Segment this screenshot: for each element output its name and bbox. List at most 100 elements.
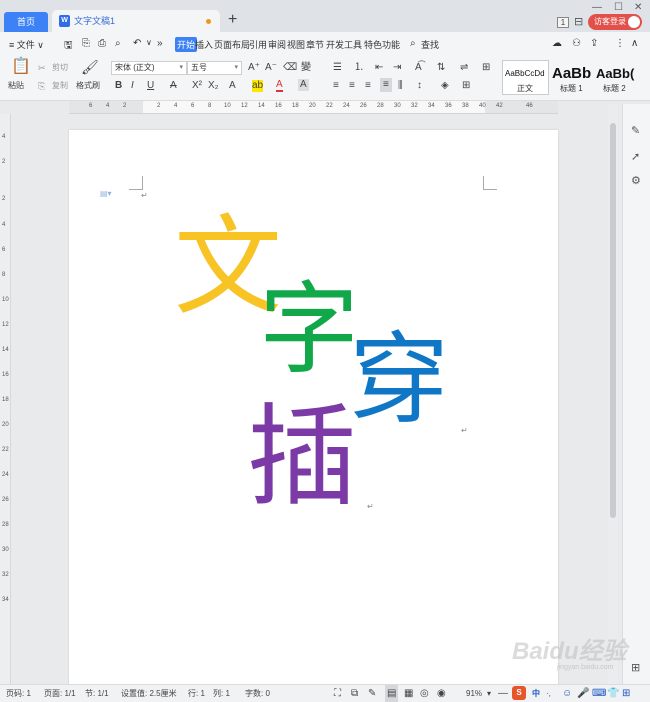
menu-tab-references[interactable]: 引用 bbox=[249, 38, 267, 51]
align-left-icon[interactable]: ≡ bbox=[333, 80, 339, 92]
minimize-icon[interactable]: — bbox=[592, 2, 602, 13]
clear-format-icon[interactable]: ⌫ bbox=[283, 62, 297, 74]
show-marks-icon[interactable]: ⇌ bbox=[460, 62, 468, 74]
superscript-button[interactable]: X² bbox=[192, 80, 202, 92]
tab-document[interactable]: W 文字文稿1 bbox=[52, 10, 220, 32]
menu-tab-insert[interactable]: 插入 bbox=[195, 38, 213, 51]
format-painter-button[interactable]: 格式刷 bbox=[76, 80, 100, 92]
undo-icon[interactable]: ↶ bbox=[133, 38, 141, 49]
maximize-icon[interactable]: ☐ bbox=[614, 2, 623, 13]
borders-icon[interactable]: ⊞ bbox=[462, 80, 470, 92]
settings-sliders-icon[interactable]: ⚙ bbox=[631, 174, 641, 187]
pinyin-icon[interactable]: 變 bbox=[301, 62, 311, 74]
more-options-icon[interactable]: ⋮ bbox=[615, 38, 625, 49]
bullet-list-icon[interactable]: ☰ bbox=[333, 62, 342, 74]
font-color-button[interactable]: A bbox=[276, 80, 283, 92]
document-page[interactable]: ▤▾ ↵ 文 字 穿 插 ↵ ↵ bbox=[69, 130, 558, 685]
zoom-dropdown-icon[interactable]: ▾ bbox=[487, 685, 491, 702]
art-char-chuan[interactable]: 穿 bbox=[349, 330, 449, 430]
paste-button[interactable]: 粘贴 bbox=[8, 80, 24, 92]
paste-icon[interactable]: 📋 bbox=[11, 59, 31, 75]
edit-view-icon[interactable]: ✎ bbox=[368, 685, 376, 702]
align-right-icon[interactable]: ≡ bbox=[365, 80, 371, 92]
art-char-cha[interactable]: 插 bbox=[247, 402, 357, 512]
ime-keyboard-icon[interactable]: ⌨ bbox=[592, 685, 606, 702]
scrollbar-thumb[interactable] bbox=[610, 123, 616, 518]
char-shading-button[interactable]: A bbox=[298, 79, 309, 91]
menu-tab-view[interactable]: 视图 bbox=[287, 38, 305, 51]
decrease-indent-icon[interactable]: ⇤ bbox=[375, 62, 383, 74]
underline-button[interactable]: U bbox=[147, 80, 154, 92]
more-icon[interactable]: » bbox=[157, 38, 163, 49]
status-word-count[interactable]: 字数: 0 bbox=[245, 685, 270, 702]
status-row[interactable]: 行: 1 bbox=[188, 685, 205, 702]
grow-font-icon[interactable]: A⁺ bbox=[248, 62, 260, 74]
ime-mic-icon[interactable]: 🎤 bbox=[577, 685, 589, 702]
cut-button[interactable]: 剪切 bbox=[52, 62, 68, 74]
fullscreen-icon[interactable]: ⛶ bbox=[334, 685, 341, 702]
page-view-icon[interactable]: ⧉ bbox=[351, 685, 358, 702]
guest-login-button[interactable]: 访客登录 bbox=[588, 14, 642, 30]
page-count-badge[interactable]: 1 bbox=[557, 17, 569, 28]
export-icon[interactable]: ⎘ bbox=[82, 38, 90, 49]
italic-button[interactable]: I bbox=[131, 80, 134, 92]
menu-tab-developer[interactable]: 开发工具 bbox=[326, 38, 362, 51]
sort-icon[interactable]: ⇅ bbox=[437, 62, 445, 74]
search-label[interactable]: 查找 bbox=[421, 38, 439, 51]
collaborate-icon[interactable]: ⚇ bbox=[572, 38, 581, 49]
undo-dropdown-icon[interactable]: ∨ bbox=[146, 38, 152, 47]
menu-tab-home[interactable]: 开始 bbox=[175, 37, 198, 52]
edit-pen-icon[interactable]: ✎ bbox=[631, 124, 640, 137]
ime-skin-icon[interactable]: 👕 bbox=[607, 685, 619, 702]
subscript-button[interactable]: X₂ bbox=[208, 80, 219, 92]
ime-chinese-icon[interactable]: 中 bbox=[532, 685, 540, 702]
zoom-level[interactable]: 91% bbox=[466, 685, 482, 702]
eye-protection-icon[interactable]: ◉ bbox=[437, 685, 446, 702]
highlight-button[interactable]: ab bbox=[252, 80, 264, 92]
save-icon[interactable]: 🖫 bbox=[64, 38, 73, 55]
status-section[interactable]: 节: 1/1 bbox=[85, 685, 109, 702]
font-name-select[interactable]: 宋体 (正文) ▾ bbox=[111, 61, 187, 75]
zoom-out-icon[interactable]: — bbox=[498, 685, 508, 702]
menu-tab-layout[interactable]: 页面布局 bbox=[214, 38, 250, 51]
shrink-font-icon[interactable]: A⁻ bbox=[265, 62, 277, 74]
distribute-icon[interactable]: ⫼ bbox=[398, 80, 403, 92]
text-effect-button[interactable]: A bbox=[229, 80, 236, 92]
style-heading1[interactable]: AaBb 标题 1 bbox=[549, 60, 593, 95]
justify-icon[interactable]: ≡ bbox=[380, 78, 392, 92]
menu-tab-chapter[interactable]: 章节 bbox=[306, 38, 324, 51]
bold-button[interactable]: B bbox=[115, 80, 122, 92]
ime-tools-icon[interactable]: ⊞ bbox=[622, 685, 630, 702]
status-col[interactable]: 列: 1 bbox=[213, 685, 230, 702]
status-page-number[interactable]: 页码: 1 bbox=[6, 685, 31, 702]
ime-punct-icon[interactable]: ·, bbox=[546, 685, 551, 702]
status-pages[interactable]: 页面: 1/1 bbox=[44, 685, 76, 702]
new-tab-button[interactable]: + bbox=[228, 11, 237, 29]
file-menu[interactable]: ≡ 文件 ∨ bbox=[9, 38, 44, 51]
close-icon[interactable]: ✕ bbox=[634, 2, 642, 13]
shading-fill-icon[interactable]: ◈ bbox=[441, 80, 449, 92]
text-direction-icon[interactable]: A͡ bbox=[415, 62, 422, 74]
table-border-icon[interactable]: ⊞ bbox=[482, 62, 490, 74]
print-icon[interactable]: ⎙ bbox=[98, 38, 106, 49]
web-view-icon[interactable]: ◎ bbox=[420, 685, 429, 702]
cloud-icon[interactable]: ☁ bbox=[552, 38, 562, 49]
preview-icon[interactable]: ⌕ bbox=[115, 38, 121, 49]
strikethrough-button[interactable]: A bbox=[170, 80, 177, 92]
window-layout-icon[interactable]: ⊟ bbox=[574, 15, 583, 28]
art-char-zi[interactable]: 字 bbox=[259, 280, 359, 380]
grid-apps-icon[interactable]: ⊞ bbox=[631, 661, 640, 674]
outline-view-icon[interactable]: ▦ bbox=[404, 685, 413, 702]
vertical-ruler[interactable]: 4 2 2 4 6 8 10 12 14 16 18 20 22 24 26 2… bbox=[0, 114, 11, 684]
copy-button[interactable]: 复制 bbox=[52, 80, 68, 92]
align-center-icon[interactable]: ≡ bbox=[349, 80, 355, 92]
tab-home[interactable]: 首页 bbox=[4, 12, 48, 32]
doc-outline-icon[interactable]: ▤▾ bbox=[100, 189, 112, 198]
style-normal[interactable]: AaBbCcDd 正文 bbox=[502, 60, 549, 95]
print-layout-icon[interactable]: ▤ bbox=[385, 685, 399, 702]
menu-tab-features[interactable]: 特色功能 bbox=[364, 38, 400, 51]
ime-s-icon[interactable]: S bbox=[512, 686, 526, 700]
increase-indent-icon[interactable]: ⇥ bbox=[393, 62, 401, 74]
line-spacing-icon[interactable]: ↕ bbox=[417, 80, 422, 92]
select-cursor-icon[interactable]: ➚ bbox=[631, 150, 640, 163]
